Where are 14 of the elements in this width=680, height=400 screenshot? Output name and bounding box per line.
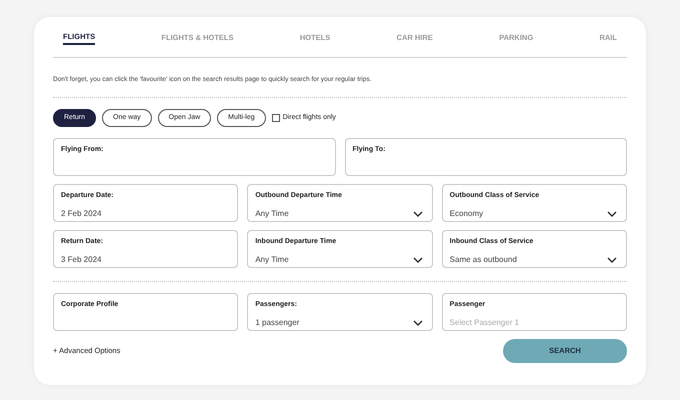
field-value: Any Time — [255, 254, 289, 266]
checkbox[interactable] — [272, 114, 280, 122]
chevron-down-icon — [606, 256, 617, 263]
field-value: Same as outbound — [450, 254, 517, 266]
chevron-down-icon — [606, 210, 617, 217]
field-value: Economy — [450, 208, 484, 220]
chevron-down-icon — [412, 210, 423, 217]
field-value: 1 passenger — [255, 316, 300, 329]
field-value: 2 Feb 2024 — [61, 208, 102, 220]
chevron-down-icon — [412, 320, 423, 326]
chevron-down-icon — [412, 256, 423, 263]
field-value: 3 Feb 2024 — [61, 254, 102, 266]
field-placeholder: Select Passenger 1 — [450, 316, 520, 329]
field-value: Any Time — [255, 208, 289, 220]
